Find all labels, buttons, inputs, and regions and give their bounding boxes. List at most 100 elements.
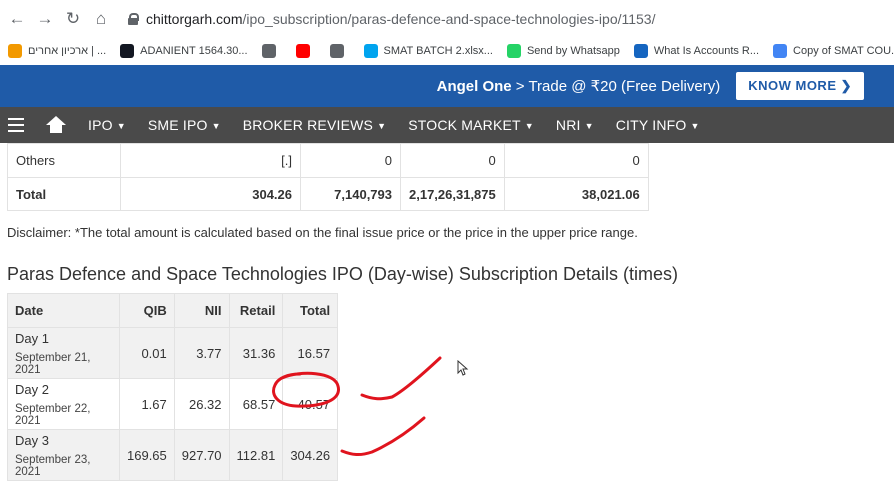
bookmark-item[interactable]: Send by Whatsapp [506,44,620,58]
table-cell: 3.77 [173,327,230,379]
table-cell: 1.67 [119,378,175,430]
bookmark-item[interactable] [261,44,282,58]
table-row: Others [.] 0 0 0 [7,143,649,178]
banner-text[interactable]: Angel One > Trade @ ₹20 (Free Delivery) [437,77,721,95]
address-bar[interactable]: chittorgarh.com/ipo_subscription/paras-d… [128,5,894,33]
bookmark-item[interactable]: SMAT BATCH 2.xlsx... [363,44,493,58]
promo-banner: Angel One > Trade @ ₹20 (Free Delivery) … [0,65,894,107]
table-cell: 0.01 [119,327,175,379]
bookmark-label: Copy of SMAT COU... [793,45,894,57]
bookmark-label: Send by Whatsapp [526,45,620,57]
page-content: Others [.] 0 0 0 Total 304.26 7,140,793 … [0,143,894,499]
day-label: Day 3 [15,432,49,448]
browser-toolbar: ← → ↻ ⌂ chittorgarh.com/ipo_subscription… [0,0,894,38]
table-row: Day 2 September 22, 2021 1.67 26.32 68.57… [7,378,339,430]
f-icon [633,44,648,58]
caret-down-icon: ▼ [116,121,126,131]
menu-item[interactable]: NRI ▼ [556,117,594,133]
bookmark-item[interactable]: Copy of SMAT COU... [773,44,894,58]
menu-item-label: BROKER REVIEWS [242,117,374,133]
column-header: QIB [119,293,175,328]
menu-item-label: IPO [88,117,113,133]
caret-down-icon: ▼ [377,121,387,131]
caret-down-icon: ▼ [690,121,700,131]
day-label: Day 1 [15,330,49,346]
table-cell: 38,021.06 [503,177,649,211]
mouse-cursor-icon [457,360,469,376]
menu-item-label: CITY INFO [615,117,687,133]
globe-icon [261,44,276,58]
table-cell: 26.32 [173,378,230,430]
bookmark-label: What Is Accounts R... [653,45,760,57]
table-cell: Others [7,143,121,178]
whatsapp-icon [506,44,521,58]
date-label: September 22, 2021 [15,402,91,427]
bookmark-label: ארכיון אחרים | ... [28,45,107,57]
caret-down-icon: ▼ [211,121,221,131]
hamburger-icon[interactable] [8,118,26,132]
url-domain: chittorgarh.com [146,11,243,27]
bookmark-item[interactable]: ארכיון אחרים | ... [8,44,106,58]
daywise-table: Date QIB NII Retail Total Day 1 September… [7,293,339,481]
table-row: Total 304.26 7,140,793 2,17,26,31,875 38… [7,177,649,211]
column-header: NII [173,293,230,328]
back-icon[interactable]: ← [4,6,30,32]
home-nav-icon[interactable]: ⌂ [88,6,114,32]
menu-item[interactable]: CITY INFO ▼ [616,117,700,133]
bookmark-item[interactable] [329,44,350,58]
menu-item-label: STOCK MARKET [408,117,521,133]
menu-item-label: SME IPO [147,117,208,133]
bookmark-item[interactable]: ADANIENT 1564.30... [120,44,248,58]
copy-icon [773,44,788,58]
reload-icon[interactable]: ↻ [60,6,86,32]
main-nav: IPO ▼ SME IPO ▼ BROKER REVIEWS ▼ STOCK MARKET ▼… [0,107,894,143]
menu-item[interactable]: SME IPO ▼ [148,117,221,133]
table-row: Day 1 September 21, 2021 0.01 3.77 31.36 … [7,327,339,379]
bookmark-label: ADANIENT 1564.30... [140,45,248,57]
column-header: Retail [228,293,284,328]
day-label: Day 2 [15,381,49,397]
table-cell: 304.26 [120,177,301,211]
section-title: Paras Defence and Space Technologies IPO… [7,264,678,284]
bookmark-icon [8,44,22,58]
caret-down-icon: ▼ [524,121,534,131]
lock-icon [128,13,139,25]
table-cell: 31.36 [228,327,284,379]
table-cell: 0 [503,143,649,178]
table-cell: 2,17,26,31,875 [400,177,505,211]
table-cell: Day 1 September 21, 2021 [7,327,120,379]
forward-icon[interactable]: → [32,6,58,32]
bookmark-item[interactable] [295,44,316,58]
table-row: Day 3 September 23, 2021 169.65 927.70 11… [7,429,339,481]
table-cell: 0 [300,143,401,178]
know-more-button[interactable]: KNOW MORE ❯ [736,72,864,100]
date-label: September 23, 2021 [15,453,91,478]
table-cell: Day 2 September 22, 2021 [7,378,120,430]
table-cell: 112.81 [228,429,284,481]
menu-item[interactable]: BROKER REVIEWS ▼ [243,117,387,133]
url-path: /ipo_subscription/paras-defence-and-spac… [242,11,656,27]
table-header-row: Date QIB NII Retail Total [7,293,339,328]
table-cell: 16.57 [282,327,339,379]
menu-item[interactable]: IPO ▼ [88,117,126,133]
column-header: Total [282,293,339,328]
home-icon[interactable] [46,116,66,134]
table-cell: 7,140,793 [300,177,401,211]
table-cell: 0 [400,143,505,178]
table-cell: [.] [120,143,301,178]
menu-item[interactable]: STOCK MARKET ▼ [408,117,534,133]
microsoft-icon [363,44,378,58]
table-cell: 927.70 [173,429,230,481]
disclaimer-text: Disclaimer: *The total amount is calcula… [7,225,638,240]
table-cell: Total [7,177,121,211]
column-header: Date [7,293,120,328]
table-cell: 169.65 [119,429,175,481]
table-cell: 68.57 [228,378,284,430]
globe-icon [329,44,344,58]
bookmark-label: SMAT BATCH 2.xlsx... [383,45,493,57]
table-cell: 40.57 [282,378,339,430]
bookmarks-bar: ארכיון אחרים | ... ADANIENT 1564.30... SMA… [0,38,894,64]
subscription-table: Others [.] 0 0 0 Total 304.26 7,140,793 … [7,143,649,211]
table-cell: Day 3 September 23, 2021 [7,429,120,481]
bookmark-item[interactable]: What Is Accounts R... [633,44,760,58]
